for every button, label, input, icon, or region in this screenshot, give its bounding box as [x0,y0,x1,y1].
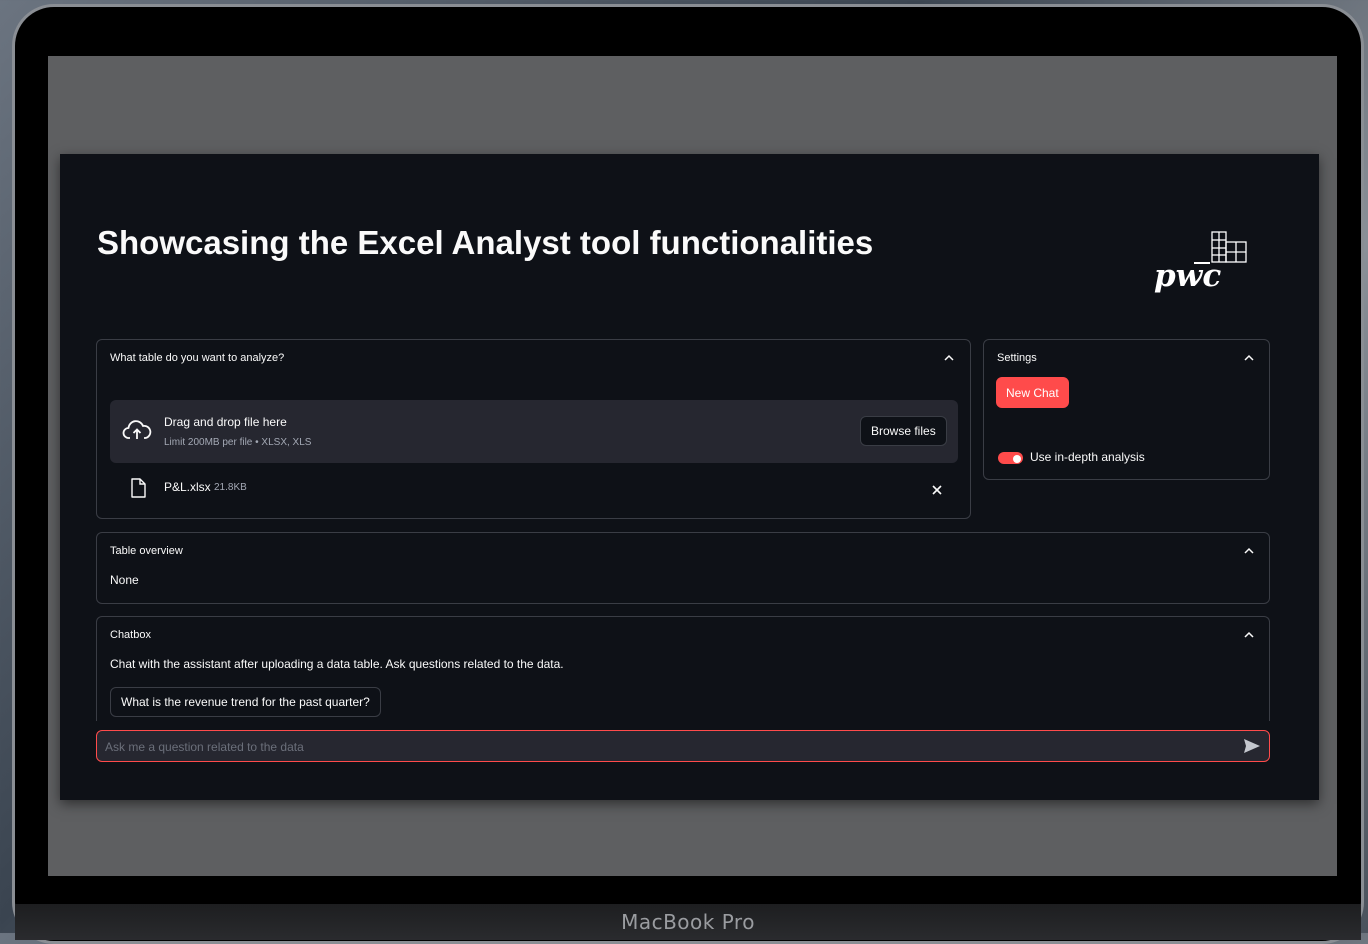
upload-panel-title: What table do you want to analyze? [110,352,285,364]
table-overview-panel: Table overview None [96,532,1270,604]
chevron-up-icon[interactable] [943,352,955,364]
toggle-track[interactable] [998,452,1023,464]
page-title: Showcasing the Excel Analyst tool functi… [97,224,874,261]
device-label: MacBook Pro [15,904,1361,940]
cloud-upload-icon [122,420,152,439]
browse-files-button[interactable]: Browse files [860,416,947,446]
close-icon[interactable] [931,484,943,496]
chatbox-description: Chat with the assistant after uploading … [110,657,564,671]
dropzone-limit: Limit 200MB per file • XLSX, XLS [164,437,312,448]
chevron-up-icon[interactable] [1243,629,1255,641]
toggle-label: Use in-depth analysis [1030,450,1145,464]
chat-input[interactable] [103,731,1237,763]
upload-panel: What table do you want to analyze? Drag … [96,339,971,519]
chat-input-container [96,730,1270,763]
settings-panel: Settings New Chat Use in-depth analysis [983,339,1270,480]
pwc-logo: pwc [1154,228,1254,308]
send-icon [1244,739,1260,753]
file-name: P&L.xlsx [164,480,211,494]
chevron-up-icon[interactable] [1243,352,1255,364]
logo-text: pwc [1154,258,1222,294]
file-dropzone[interactable]: Drag and drop file here Limit 200MB per … [110,400,958,463]
file-size: 21.8KB [214,482,247,493]
overview-value: None [110,573,139,587]
file-icon [131,478,146,498]
send-button[interactable] [1243,738,1261,754]
app-window: Showcasing the Excel Analyst tool functi… [60,154,1319,800]
suggested-question-button[interactable]: What is the revenue trend for the past q… [110,687,381,717]
toggle-knob [1013,455,1021,463]
overview-panel-title: Table overview [110,545,183,557]
chatbox-panel-title: Chatbox [110,629,151,641]
chevron-up-icon[interactable] [1243,545,1255,557]
dropzone-title: Drag and drop file here [164,415,287,429]
settings-panel-title: Settings [997,352,1037,364]
chatbox-panel: Chatbox Chat with the assistant after up… [96,616,1270,721]
uploaded-file-row: P&L.xlsx 21.8KB [110,476,958,500]
new-chat-button[interactable]: New Chat [996,377,1069,408]
